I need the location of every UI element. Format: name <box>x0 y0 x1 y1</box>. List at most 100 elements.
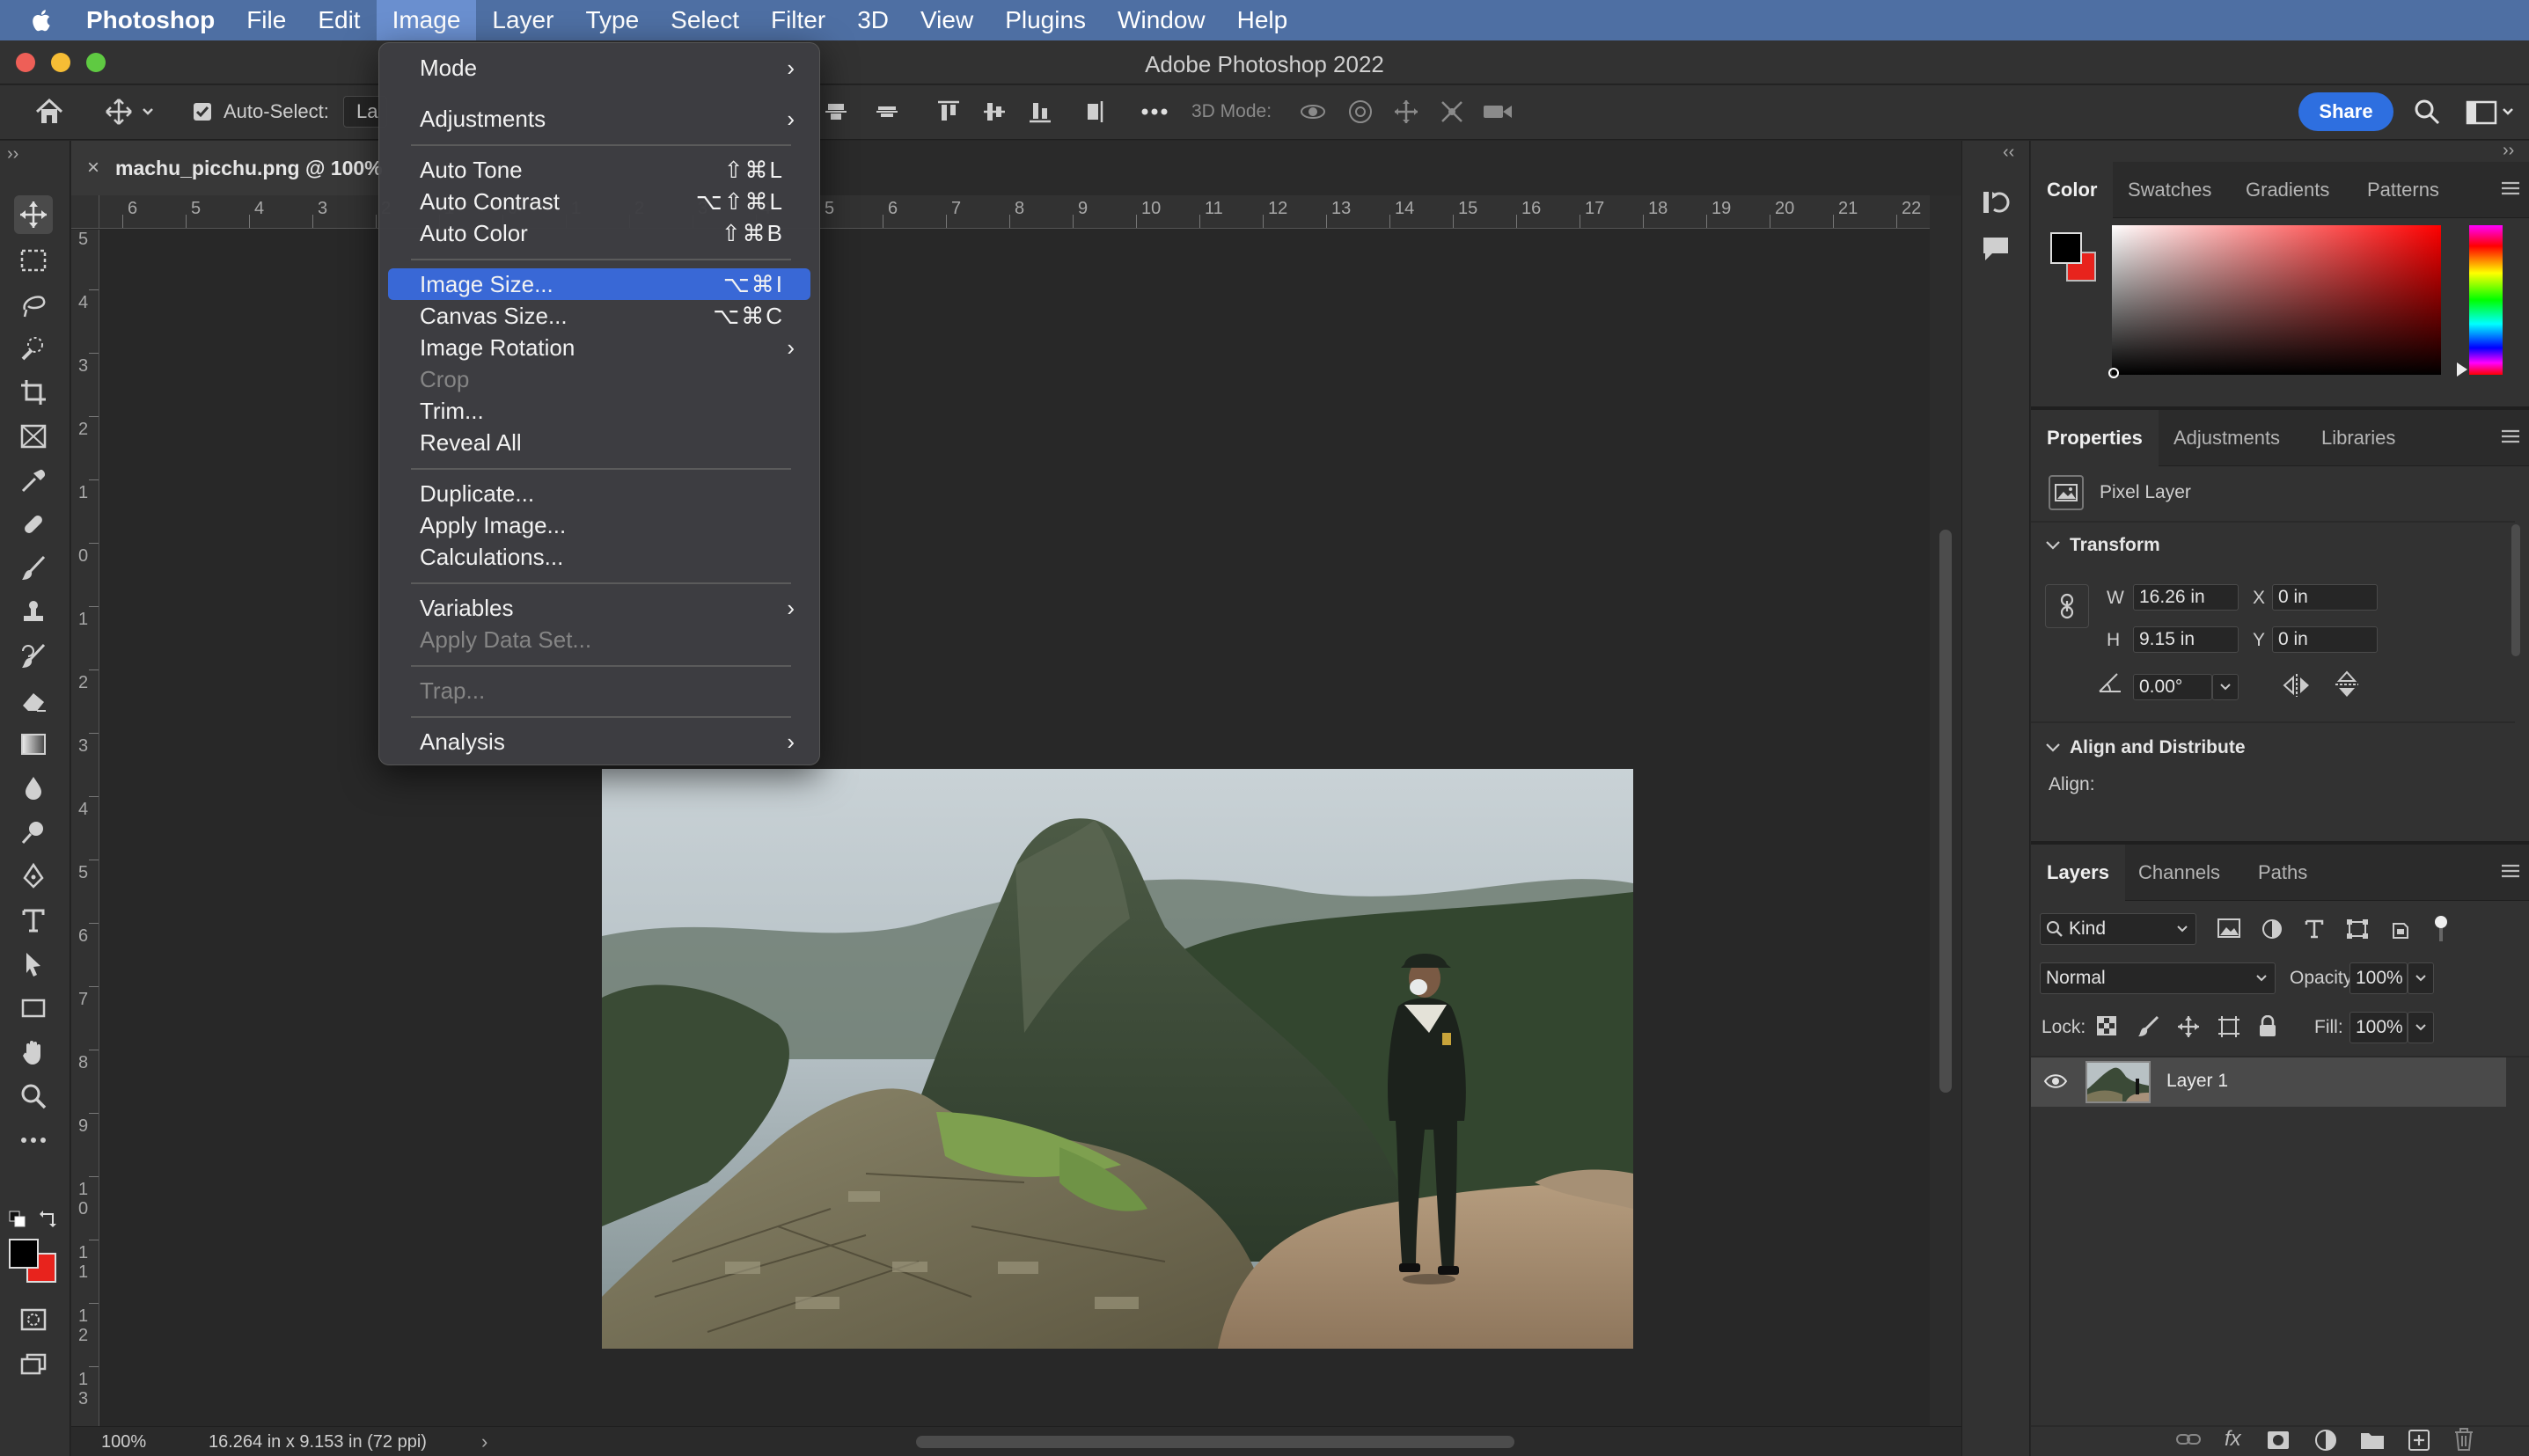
menu-item-mode[interactable]: Mode › <box>388 52 810 84</box>
crop-tool[interactable] <box>14 373 53 412</box>
path-selection-tool[interactable] <box>14 945 53 984</box>
edit-toolbar[interactable] <box>14 1121 53 1160</box>
home-icon[interactable] <box>30 96 69 128</box>
delete-layer-icon[interactable] <box>2453 1427 2474 1452</box>
menu-select[interactable]: Select <box>655 0 755 40</box>
vertical-scroll-thumb[interactable] <box>1939 530 1952 1093</box>
canvas-area[interactable] <box>100 230 1930 1426</box>
menu-item-trim[interactable]: Trim... <box>388 395 810 427</box>
new-layer-icon[interactable] <box>2408 1429 2430 1452</box>
hue-slider[interactable] <box>2469 225 2503 375</box>
tab-paths[interactable]: Paths <box>2258 845 2307 901</box>
filter-pixel-icon[interactable] <box>2217 918 2240 938</box>
align-horizontal-center-icon[interactable] <box>869 96 905 128</box>
new-group-icon[interactable] <box>2360 1430 2385 1450</box>
eraser-tool[interactable] <box>14 681 53 720</box>
rectangle-tool[interactable] <box>14 989 53 1028</box>
history-brush-tool[interactable] <box>14 637 53 676</box>
type-tool[interactable] <box>14 901 53 940</box>
search-icon[interactable] <box>2409 96 2445 128</box>
blend-mode-dropdown[interactable]: Normal <box>2040 962 2276 994</box>
swap-colors-icon[interactable] <box>39 1209 58 1228</box>
opacity-field[interactable]: 100% <box>2349 962 2408 994</box>
menu-item-reveal-all[interactable]: Reveal All <box>388 427 810 458</box>
status-expand-icon[interactable]: › <box>481 1430 487 1453</box>
layer-filter-dropdown[interactable]: Kind <box>2040 913 2196 945</box>
y-field[interactable]: 0 in <box>2272 626 2378 653</box>
default-colors-icon[interactable] <box>9 1211 26 1228</box>
link-layers-icon[interactable] <box>2175 1430 2202 1448</box>
collapse-toolbar-icon[interactable]: ›› <box>7 144 18 165</box>
tab-properties[interactable]: Properties <box>2031 410 2159 466</box>
align-vertical-center-icon[interactable] <box>818 96 854 128</box>
new-adjustment-layer-icon[interactable] <box>2314 1429 2337 1452</box>
tab-adjustments[interactable]: Adjustments <box>2173 410 2280 466</box>
pen-tool[interactable] <box>14 857 53 896</box>
tab-channels[interactable]: Channels <box>2138 845 2220 901</box>
3d-pan-icon[interactable] <box>1389 96 1424 128</box>
clone-stamp-tool[interactable] <box>14 593 53 632</box>
filter-type-icon[interactable] <box>2304 918 2325 940</box>
menu-edit[interactable]: Edit <box>302 0 376 40</box>
gradient-tool[interactable] <box>14 725 53 764</box>
align-right-edges-icon[interactable] <box>1075 96 1111 128</box>
filter-toggle-icon[interactable] <box>2432 915 2450 943</box>
filter-shape-icon[interactable] <box>2346 918 2369 940</box>
marquee-tool[interactable] <box>14 241 53 280</box>
history-panel-icon[interactable] <box>1980 187 2012 218</box>
menu-plugins[interactable]: Plugins <box>989 0 1102 40</box>
menu-3d[interactable]: 3D <box>841 0 905 40</box>
zoom-tool[interactable] <box>14 1077 53 1116</box>
menu-item-analysis[interactable]: Analysis › <box>388 726 810 757</box>
link-dimensions-icon[interactable] <box>2045 584 2089 628</box>
menu-file[interactable]: File <box>231 0 302 40</box>
tab-swatches[interactable]: Swatches <box>2128 162 2211 218</box>
menu-window[interactable]: Window <box>1102 0 1221 40</box>
frame-tool[interactable] <box>14 417 53 456</box>
fill-field[interactable]: 100% <box>2349 1012 2408 1043</box>
collapse-panels-icon[interactable]: ‹‹ <box>2003 143 2014 163</box>
color-panel-foreground-swatch[interactable] <box>2050 232 2082 264</box>
visibility-eye-icon[interactable] <box>2043 1072 2068 1091</box>
tab-patterns[interactable]: Patterns <box>2367 162 2439 218</box>
opacity-dropdown[interactable] <box>2408 962 2434 994</box>
x-field[interactable]: 0 in <box>2272 584 2378 611</box>
menu-view[interactable]: View <box>905 0 989 40</box>
3d-camera-icon[interactable] <box>1480 96 1515 128</box>
document-image[interactable] <box>602 769 1633 1349</box>
menu-item-apply-image[interactable]: Apply Image... <box>388 509 810 541</box>
lasso-tool[interactable] <box>14 285 53 324</box>
flip-horizontal-icon[interactable] <box>2281 672 2313 699</box>
menu-item-variables[interactable]: Variables › <box>388 592 810 624</box>
eyedropper-tool[interactable] <box>14 461 53 500</box>
properties-scrollbar[interactable] <box>2511 524 2520 656</box>
vertical-scrollbar[interactable] <box>1930 195 1961 1427</box>
angle-dropdown[interactable] <box>2212 674 2239 700</box>
menu-item-auto-contrast[interactable]: Auto Contrast ⌥⇧⌘L <box>388 186 810 217</box>
color-picker-cursor[interactable] <box>2108 368 2119 378</box>
align-bottom-edges-icon[interactable] <box>1023 96 1058 128</box>
menu-item-calculations[interactable]: Calculations... <box>388 541 810 573</box>
layer-name[interactable]: Layer 1 <box>2166 1071 2228 1092</box>
lock-pixels-icon[interactable] <box>2137 1015 2159 1038</box>
layer-row[interactable]: Layer 1 <box>2031 1057 2506 1107</box>
menu-item-auto-tone[interactable]: Auto Tone ⇧⌘L <box>388 154 810 186</box>
filter-smart-object-icon[interactable] <box>2390 918 2411 940</box>
flip-vertical-icon[interactable] <box>2334 669 2360 700</box>
menu-layer[interactable]: Layer <box>476 0 569 40</box>
align-collapse-icon[interactable] <box>2045 743 2061 753</box>
share-button[interactable]: Share <box>2298 92 2393 131</box>
layers-panel-menu-icon[interactable] <box>2501 864 2520 878</box>
color-picker-field[interactable] <box>2108 225 2441 378</box>
transform-collapse-icon[interactable] <box>2045 540 2061 551</box>
tab-color[interactable]: Color <box>2031 162 2114 218</box>
layer-style-fx-icon[interactable]: fx <box>2225 1427 2241 1452</box>
filter-adjustment-icon[interactable] <box>2261 918 2283 940</box>
close-document-icon[interactable]: × <box>71 156 115 180</box>
document-tab[interactable]: × machu_picchu.png @ 100% <box>71 141 388 195</box>
3d-roll-icon[interactable] <box>1343 96 1378 128</box>
hue-slider-marker[interactable] <box>2457 362 2467 377</box>
align-top-edges-icon[interactable] <box>931 96 966 128</box>
menu-item-duplicate[interactable]: Duplicate... <box>388 478 810 509</box>
apple-menu[interactable] <box>0 0 70 40</box>
